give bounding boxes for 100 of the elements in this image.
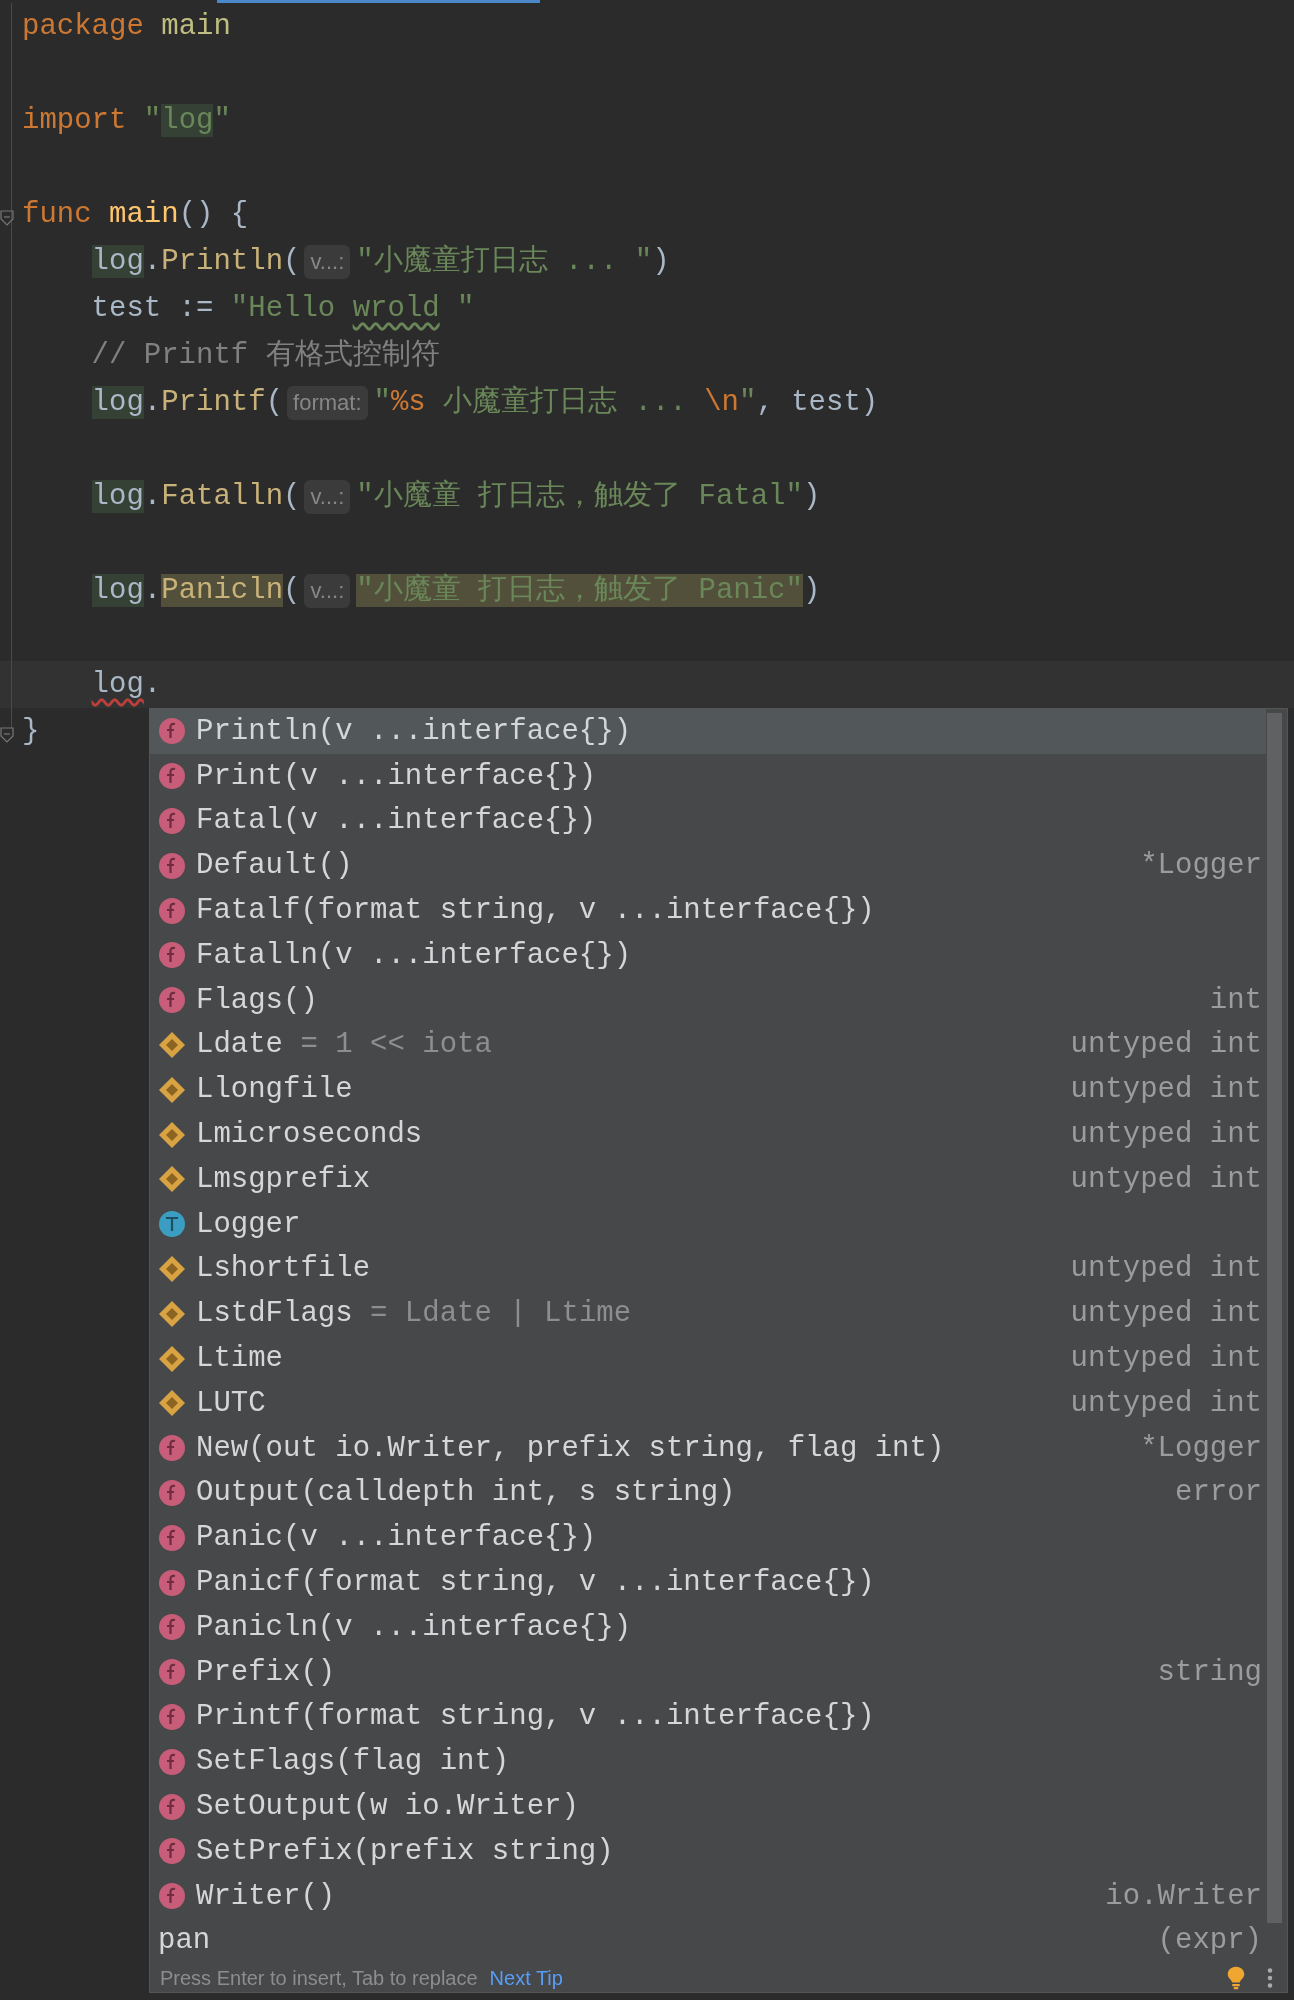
code-text: log.Fatalln( [91, 479, 301, 515]
parameter-hint: v...: [304, 479, 351, 514]
return-type: untyped int [1070, 1342, 1263, 1376]
completion-item[interactable]: Lmicroseconds untyped int [150, 1112, 1266, 1157]
completion-label: Logger [196, 1207, 301, 1241]
completion-item[interactable]: pan (expr) [150, 1918, 1266, 1964]
function-icon [158, 807, 186, 835]
parameter-hint: format: [287, 385, 368, 420]
function-icon [158, 1613, 186, 1642]
completion-item[interactable]: Fatal(v ...interface{}) [150, 798, 1266, 844]
completion-label: Print(v ...interface{}) [196, 759, 597, 793]
completion-item[interactable]: Fatalln(v ...interface{}) [150, 933, 1266, 978]
return-type: untyped int [1070, 1073, 1263, 1107]
completion-label: Println(v ...interface{}) [196, 714, 632, 748]
completion-item[interactable]: SetFlags(flag int) [150, 1739, 1266, 1785]
function-icon [158, 1792, 186, 1821]
completion-label: LUTC [196, 1386, 266, 1420]
completion-item[interactable]: Printf(format string, v ...interface{}) [150, 1694, 1266, 1740]
completion-item[interactable]: Ldate = 1 << iota untyped int [150, 1022, 1266, 1068]
footer-hint: Press Enter to insert, Tab to replace [160, 1966, 478, 1990]
return-type: untyped int [1070, 1252, 1263, 1286]
function-icon [158, 1837, 186, 1866]
completion-label: Fatal(v ...interface{}) [196, 804, 597, 838]
completion-item[interactable]: Prefix() string [150, 1649, 1266, 1695]
constant-icon [158, 1075, 186, 1104]
function-icon [158, 1882, 186, 1911]
return-type: error [1175, 1476, 1263, 1510]
return-type: *Logger [1140, 1431, 1263, 1465]
code-text: func main() { [22, 197, 249, 233]
code-text: // Printf 有格式控制符 [91, 338, 440, 374]
return-type: untyped int [1070, 1297, 1263, 1331]
type-icon [158, 1210, 186, 1239]
completion-label: Writer() [196, 1879, 336, 1913]
function-icon [158, 896, 186, 925]
return-type: (expr) [1157, 1924, 1263, 1958]
completion-label: Fatalln(v ...interface{}) [196, 938, 632, 972]
completion-label: Ltime [196, 1342, 283, 1376]
completion-label: Lmsgprefix [196, 1162, 371, 1196]
completion-label: Panicln(v ...interface{}) [196, 1610, 632, 1644]
completion-item[interactable]: SetPrefix(prefix string) [150, 1828, 1266, 1874]
code-text: } [22, 714, 40, 750]
completion-detail: = 1 << iota [299, 1028, 492, 1062]
return-type: untyped int [1070, 1386, 1263, 1420]
completion-item[interactable]: Println(v ...interface{}) [150, 709, 1266, 754]
fold-icon[interactable] [0, 210, 14, 226]
completion-item[interactable]: Panicln(v ...interface{}) [150, 1604, 1266, 1650]
constant-icon [158, 1165, 186, 1194]
scrollbar[interactable] [1267, 713, 1282, 1923]
completion-detail: = Ldate | Ltime [369, 1297, 632, 1331]
completion-item[interactable]: Ltime untyped int [150, 1336, 1266, 1381]
completion-item[interactable]: Fatalf(format string, v ...interface{}) [150, 888, 1266, 933]
completion-label: Lshortfile [196, 1252, 371, 1286]
constant-icon [158, 1344, 186, 1373]
completion-label: LstdFlags [196, 1297, 353, 1331]
completion-item[interactable]: Lshortfile untyped int [150, 1246, 1266, 1292]
return-type: int [1209, 983, 1263, 1017]
completion-label: pan [158, 1924, 211, 1958]
completion-item[interactable]: Print(v ...interface{}) [150, 753, 1266, 799]
completion-label: Prefix() [196, 1655, 336, 1689]
return-type: io.Writer [1105, 1879, 1263, 1913]
function-icon [158, 1658, 186, 1687]
completion-item[interactable]: LUTC untyped int [150, 1380, 1266, 1426]
completion-item[interactable]: New(out io.Writer, prefix string, flag int) *Logger [150, 1425, 1266, 1471]
code-text: log.Printf( [91, 385, 284, 421]
completion-label: Output(calldepth int, s string) [196, 1476, 736, 1510]
constant-icon [158, 1120, 186, 1149]
code-text: import "log" [22, 103, 231, 139]
function-icon [158, 1434, 186, 1463]
function-icon [158, 851, 186, 880]
code-text: "小魔童打日志 ... ") [356, 243, 670, 280]
completion-item[interactable]: Flags() int [150, 977, 1266, 1023]
completion-label: Default() [196, 849, 353, 883]
more-options-icon[interactable] [1267, 1967, 1273, 1989]
function-icon [158, 717, 186, 746]
lightbulb-icon[interactable] [1227, 1966, 1245, 1990]
fold-icon[interactable] [0, 727, 14, 743]
parameter-hint: v...: [304, 573, 351, 608]
completion-item[interactable]: Lmsgprefix untyped int [150, 1156, 1266, 1202]
completion-item[interactable]: Default() *Logger [150, 843, 1266, 889]
return-type: untyped int [1070, 1118, 1263, 1152]
completion-item[interactable]: Llongfile untyped int [150, 1067, 1266, 1113]
completion-label: SetOutput(w io.Writer) [196, 1790, 579, 1823]
completion-label: Ldate [196, 1028, 283, 1062]
completion-label: SetPrefix(prefix string) [196, 1834, 614, 1868]
completion-item[interactable]: SetOutput(w io.Writer) [150, 1784, 1266, 1829]
completion-label: SetFlags(flag int) [196, 1745, 510, 1779]
completion-item[interactable]: Writer() io.Writer [150, 1873, 1266, 1919]
completion-item[interactable]: Output(calldepth int, s string) error [150, 1470, 1266, 1516]
completion-item[interactable]: Panicf(format string, v ...interface{}) [150, 1560, 1266, 1605]
next-tip-link[interactable]: Next Tip [489, 1966, 563, 1990]
completion-label: Panic(v ...interface{}) [196, 1521, 597, 1555]
completion-label: New(out io.Writer, prefix string, flag int) [196, 1431, 945, 1465]
function-icon [158, 941, 186, 970]
function-icon [158, 1702, 186, 1731]
return-type: untyped int [1070, 1162, 1263, 1196]
return-type: string [1157, 1655, 1263, 1689]
completion-item[interactable]: Logger [150, 1201, 1266, 1247]
completion-item[interactable]: LstdFlags = Ldate | Ltime untyped int [150, 1291, 1266, 1337]
code-text: package main [22, 9, 231, 45]
completion-item[interactable]: Panic(v ...interface{}) [150, 1515, 1266, 1561]
